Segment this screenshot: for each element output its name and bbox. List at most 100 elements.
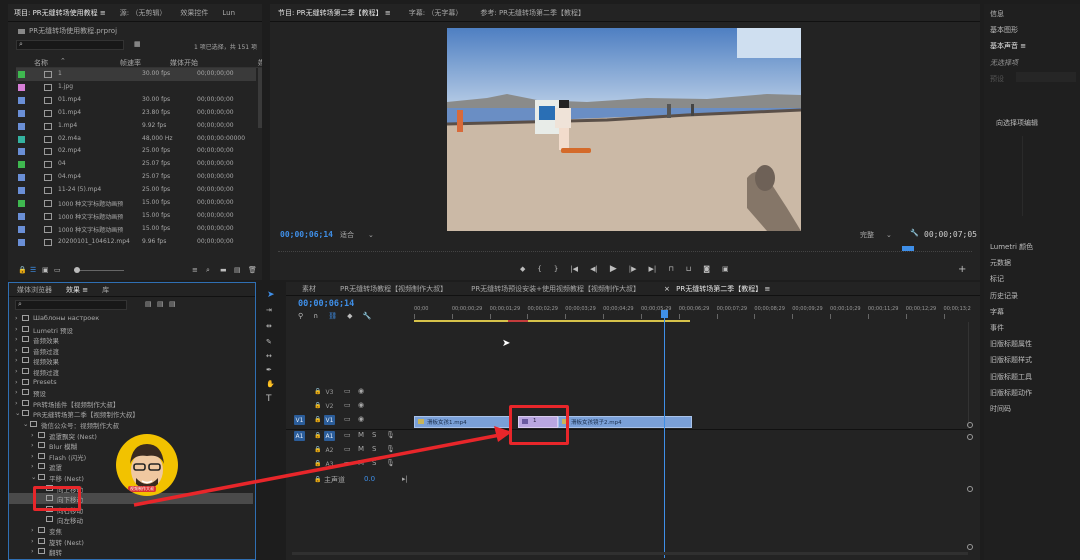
list-item[interactable]: 04.mp4 25.07 fps 00;00;00;00 bbox=[16, 171, 256, 184]
twisty-icon[interactable]: ⌄ bbox=[15, 409, 20, 417]
wrench-icon[interactable]: 🔧 bbox=[910, 229, 919, 237]
new-bin-icon[interactable]: ▦ bbox=[134, 40, 141, 48]
panel-info[interactable]: 信息 bbox=[990, 9, 1004, 19]
effect-folder[interactable]: › Presets bbox=[9, 377, 253, 388]
playhead-handle[interactable] bbox=[661, 310, 668, 318]
list-item[interactable]: 1000 种文字标题动画预 15.00 fps 00;00;00;00 bbox=[16, 210, 256, 223]
list-item[interactable]: 1000 种文字标题动画预 15.00 fps 00;00;00;00 bbox=[16, 197, 256, 210]
list-item[interactable]: 01.mp4 30.00 fps 00;00;00;00 bbox=[16, 94, 256, 107]
razor-tool-icon[interactable]: ✎ bbox=[266, 338, 272, 346]
effect-folder[interactable]: ⌄ 微信公众号：视频制作大叔 bbox=[9, 419, 253, 430]
track-select-tool-icon[interactable]: ⇥ bbox=[266, 306, 272, 314]
panel-menu-item[interactable]: 标记 bbox=[990, 274, 1004, 284]
twisty-icon[interactable]: › bbox=[31, 452, 34, 460]
twisty-icon[interactable]: › bbox=[15, 367, 18, 375]
sort-icon[interactable]: ≡ bbox=[192, 266, 198, 274]
scroll-knob-audio[interactable] bbox=[967, 486, 973, 492]
program-scrubber[interactable] bbox=[278, 244, 972, 252]
mute-button[interactable]: M bbox=[358, 459, 364, 467]
eye-icon[interactable]: ◉ bbox=[358, 401, 364, 409]
track-target-a2[interactable]: A2 bbox=[324, 445, 335, 455]
twisty-icon[interactable]: › bbox=[31, 441, 34, 449]
twisty-icon[interactable]: › bbox=[15, 399, 18, 407]
timeline-horizontal-scrollbar[interactable] bbox=[292, 552, 968, 555]
effects-search-input[interactable]: ⌕ bbox=[15, 300, 127, 310]
tab-project[interactable]: 项目: PR无缝转场使用教程 ≡ bbox=[14, 8, 106, 18]
preset-field[interactable] bbox=[1016, 72, 1076, 82]
comparison-view-icon[interactable]: ▣ bbox=[722, 265, 729, 273]
go-to-end-icon[interactable]: ▸| bbox=[402, 475, 408, 483]
program-timecode[interactable]: 00;00;06;14 bbox=[280, 230, 333, 239]
tab-effects[interactable]: 效果 ≡ bbox=[66, 285, 88, 295]
microphone-icon[interactable]: 🎙 bbox=[386, 431, 395, 439]
tab-sequence-1[interactable]: PR无缝转场教程【视频制作大叔】 bbox=[340, 284, 447, 294]
source-patch-a1[interactable]: A1 bbox=[294, 431, 305, 441]
slip-tool-icon[interactable]: ↔ bbox=[266, 352, 272, 360]
trash-icon[interactable]: 🗑 bbox=[248, 266, 257, 274]
list-item[interactable]: 02.m4a 48,000 Hz 00;00;00:00000 bbox=[16, 133, 256, 146]
effect-folder[interactable]: › 视频过渡 bbox=[9, 366, 253, 377]
add-marker-icon[interactable]: ◆ bbox=[347, 312, 352, 320]
toggle-sync-lock-icon[interactable]: ▭ bbox=[344, 415, 351, 423]
panel-menu-item[interactable]: 字幕 bbox=[990, 307, 1004, 317]
list-view-icon[interactable]: ☰ bbox=[30, 266, 36, 274]
lock-icon[interactable]: 🔒 bbox=[314, 388, 321, 395]
ripple-edit-tool-icon[interactable]: ⇹ bbox=[266, 322, 272, 330]
tab-program[interactable]: 节目: PR无缝转场第二季【教程】 ≡ bbox=[278, 8, 391, 18]
effect-preset-item[interactable]: 向左移动 bbox=[9, 514, 253, 525]
export-frame-icon[interactable]: ◙ bbox=[703, 265, 710, 273]
twisty-icon[interactable]: › bbox=[31, 462, 34, 470]
tab-captions[interactable]: 字幕: （无字幕） bbox=[409, 8, 463, 18]
selection-tool-icon[interactable]: ➤ bbox=[267, 290, 275, 300]
nest-icon[interactable]: ⚲ bbox=[298, 312, 303, 320]
twisty-icon[interactable]: › bbox=[15, 335, 18, 343]
label-color-swatch[interactable] bbox=[18, 200, 25, 207]
list-item[interactable]: 1000 种文字标题动画预 15.00 fps 00;00;00;00 bbox=[16, 223, 256, 236]
twisty-icon[interactable]: › bbox=[15, 388, 18, 396]
accelerated-effects-icon[interactable]: ▤ bbox=[145, 300, 152, 308]
panel-essential-graphics[interactable]: 基本图形 bbox=[990, 25, 1018, 35]
timeline-playhead[interactable] bbox=[661, 310, 668, 558]
timeline-vertical-scroll-top[interactable] bbox=[968, 322, 974, 426]
freeform-view-icon[interactable]: ▭ bbox=[54, 266, 61, 274]
project-search-input[interactable]: ⌕ bbox=[16, 40, 124, 50]
twisty-icon[interactable]: › bbox=[15, 314, 18, 322]
fit-select[interactable]: 适合 ⌄ bbox=[340, 230, 380, 240]
tab-sequence-source[interactable]: 素材 bbox=[302, 284, 316, 294]
tab-media-browser[interactable]: 媒体浏览器 bbox=[17, 285, 52, 295]
track-target-a3[interactable]: A3 bbox=[324, 459, 335, 469]
linked-selection-icon[interactable]: ⛓ bbox=[328, 312, 337, 320]
track-target-v2[interactable]: V2 bbox=[324, 401, 335, 411]
twisty-icon[interactable]: ⌄ bbox=[31, 473, 36, 481]
list-item[interactable]: 01.mp4 23.80 fps 00;00;00;00 bbox=[16, 107, 256, 120]
hand-tool-icon[interactable]: ✋ bbox=[266, 380, 275, 388]
panel-menu-item[interactable]: 事件 bbox=[990, 323, 1004, 333]
lock-icon[interactable]: 🔒 bbox=[314, 402, 321, 409]
panel-menu-item[interactable]: 旧版标题工具 bbox=[990, 372, 1032, 382]
panel-menu-item[interactable]: 时间码 bbox=[990, 404, 1011, 414]
toggle-sync-lock-icon[interactable]: ▭ bbox=[344, 459, 351, 467]
lock-icon[interactable]: 🔒 bbox=[314, 446, 321, 453]
effect-folder[interactable]: › 音频过渡 bbox=[9, 345, 253, 356]
twisty-icon[interactable]: › bbox=[15, 356, 18, 364]
lock-icon[interactable]: 🔒 bbox=[314, 432, 321, 439]
list-item[interactable]: 1 30.00 fps 00;00;00;00 bbox=[16, 68, 256, 81]
list-item[interactable]: 02.mp4 25.00 fps 00;00;00;00 bbox=[16, 145, 256, 158]
zoom-slider[interactable] bbox=[74, 267, 124, 273]
go-to-out-icon[interactable]: ▶| bbox=[649, 265, 657, 273]
eye-icon[interactable]: ◉ bbox=[358, 387, 364, 395]
label-color-swatch[interactable] bbox=[18, 83, 25, 91]
effect-folder[interactable]: › Lumetri 预设 bbox=[9, 324, 253, 335]
find-icon[interactable]: ⌕ bbox=[206, 266, 210, 275]
label-color-swatch[interactable] bbox=[18, 161, 25, 169]
effect-folder[interactable]: › 视频效果 bbox=[9, 355, 253, 366]
scroll-knob-top[interactable] bbox=[967, 422, 973, 428]
solo-button[interactable]: S bbox=[372, 445, 376, 453]
new-bin-bottom-icon[interactable]: ▬ bbox=[220, 266, 227, 274]
close-tab-icon[interactable]: × bbox=[664, 285, 670, 293]
toggle-sync-lock-icon[interactable]: ▭ bbox=[344, 401, 351, 409]
panel-menu-item[interactable]: Lumetri 颜色 bbox=[990, 242, 1033, 252]
effect-folder[interactable]: › 预设 bbox=[9, 387, 253, 398]
label-color-swatch[interactable] bbox=[18, 109, 25, 117]
twisty-icon[interactable]: › bbox=[15, 346, 18, 354]
